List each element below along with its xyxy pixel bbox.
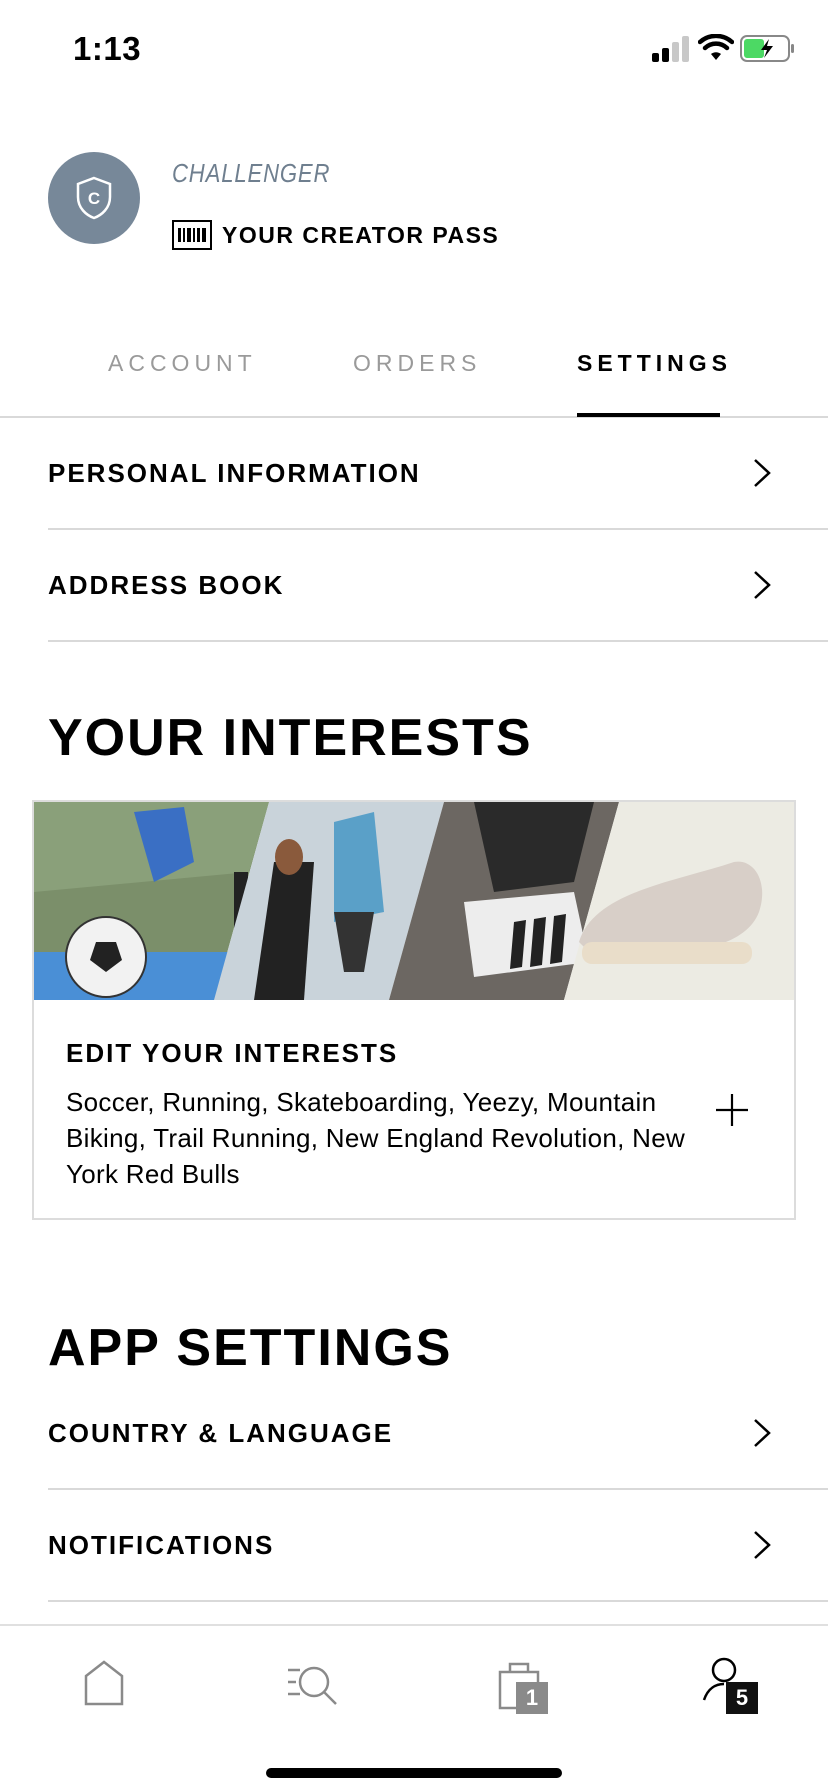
- tab-account[interactable]: ACCOUNT: [108, 350, 257, 377]
- address-book-row[interactable]: ADDRESS BOOK: [48, 530, 828, 642]
- barcode-icon: [172, 220, 212, 250]
- avatar-letter: C: [88, 189, 100, 208]
- chevron-right-icon: [754, 1531, 771, 1559]
- notifications-row[interactable]: NOTIFICATIONS: [48, 1490, 828, 1602]
- interests-card[interactable]: EDIT YOUR INTERESTS Soccer, Running, Ska…: [32, 800, 796, 1220]
- search-icon[interactable]: [280, 1656, 340, 1712]
- creator-pass-button[interactable]: YOUR CREATOR PASS: [172, 220, 499, 250]
- chevron-right-icon: [754, 571, 771, 599]
- row-label: PERSONAL INFORMATION: [48, 457, 421, 488]
- interests-list: Soccer, Running, Skateboarding, Yeezy, M…: [66, 1087, 686, 1189]
- cellular-signal-icon: [652, 36, 690, 62]
- home-indicator: [266, 1768, 562, 1778]
- app-settings-section-title: APP SETTINGS: [48, 1319, 453, 1377]
- bag-button[interactable]: 1: [494, 1656, 554, 1714]
- chevron-right-icon: [754, 1419, 771, 1447]
- wifi-icon: [698, 34, 734, 60]
- interests-collage-image: [34, 802, 794, 1000]
- personal-information-row[interactable]: PERSONAL INFORMATION: [48, 418, 828, 530]
- active-tab-indicator: [577, 413, 720, 417]
- bag-count-badge: 1: [516, 1682, 548, 1714]
- home-icon[interactable]: [74, 1656, 134, 1712]
- chevron-right-icon: [754, 459, 771, 487]
- status-bar: 1:13: [0, 0, 828, 100]
- avatar[interactable]: C: [48, 152, 140, 244]
- row-label: ADDRESS BOOK: [48, 569, 285, 600]
- tab-orders[interactable]: ORDERS: [353, 350, 481, 377]
- profile-button[interactable]: 5: [700, 1656, 760, 1714]
- country-language-row[interactable]: COUNTRY & LANGUAGE: [48, 1378, 828, 1490]
- tab-settings[interactable]: SETTINGS: [577, 350, 732, 377]
- bottom-navigation: 1 5: [0, 1624, 828, 1792]
- profile-count-badge: 5: [726, 1682, 758, 1714]
- battery-charging-icon: [740, 35, 794, 62]
- interests-section-title: YOUR INTERESTS: [48, 709, 533, 767]
- edit-interests-title: EDIT YOUR INTERESTS: [66, 1038, 399, 1068]
- row-label: COUNTRY & LANGUAGE: [48, 1417, 394, 1448]
- status-time: 1:13: [73, 30, 142, 67]
- tab-bar: ACCOUNT ORDERS SETTINGS: [0, 340, 828, 418]
- membership-tier: CHALLENGER: [172, 158, 331, 188]
- plus-icon[interactable]: [714, 1092, 750, 1128]
- creator-pass-label: YOUR CREATOR PASS: [222, 221, 500, 248]
- shield-icon: C: [76, 176, 112, 220]
- row-label: NOTIFICATIONS: [48, 1529, 275, 1560]
